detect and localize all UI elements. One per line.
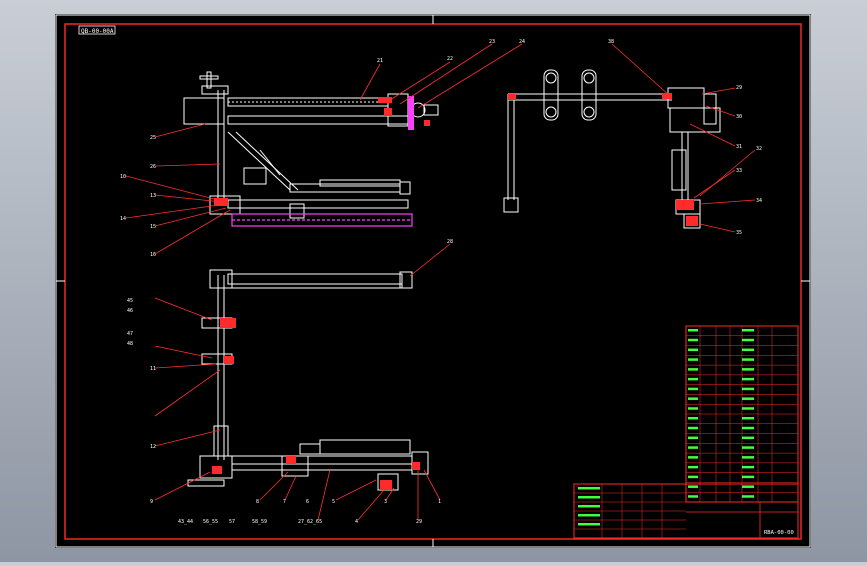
callout-right-7: 35 — [736, 230, 742, 236]
parts-text-mark — [742, 407, 754, 410]
parts-text-mark — [742, 387, 754, 391]
parts-text-mark — [688, 417, 698, 420]
parts-text-mark — [742, 485, 754, 488]
parts-text-mark — [688, 348, 698, 352]
parts-text-mark — [742, 495, 754, 498]
callout-upper-5: 26 — [150, 164, 156, 170]
parts-text-mark — [688, 338, 698, 342]
callout-bottom-6: 7 — [283, 499, 286, 505]
callout-bottom-2: 56_55 — [203, 519, 218, 525]
callout-upper-1: 22 — [447, 56, 453, 62]
callout-right-3: 31 — [736, 144, 742, 150]
callout-lower-left-0: 45 — [127, 298, 133, 304]
parts-text-mark — [742, 417, 754, 420]
magenta-flange — [408, 96, 414, 130]
parts-text-mark — [742, 338, 754, 342]
callout-right-2: 30 — [736, 114, 742, 120]
callout-upper-3: 24 — [519, 39, 525, 45]
callout-upper-2: 23 — [489, 39, 495, 45]
parts-text-mark — [688, 456, 698, 459]
parts-text-mark — [742, 358, 754, 361]
parts-text-mark — [742, 377, 754, 381]
callout-bottom-8: 6 — [306, 499, 309, 505]
parts-text-mark — [688, 446, 698, 449]
parts-text-mark — [742, 475, 754, 479]
callout-bottom-5: 58_59 — [252, 519, 267, 525]
callout-upper-7: 13 — [150, 193, 156, 199]
callout-bottom-1: 43_44 — [178, 519, 193, 525]
parts-text-mark — [742, 456, 754, 459]
parts-text-mark — [688, 329, 698, 332]
callout-upper-6: 10 — [120, 174, 126, 180]
cad-viewport[interactable]: QB-00-00A 21 22 23 24 25 26 10 13 14 15 … — [0, 0, 867, 562]
title-text-mark — [578, 496, 600, 499]
parts-text-mark — [742, 446, 754, 449]
callout-bottom-12: 3 — [384, 499, 387, 505]
callout-lower-left-2: 47 — [127, 331, 133, 337]
parts-text-mark — [688, 436, 698, 440]
parts-text-mark — [688, 426, 698, 430]
callout-bottom-15: 29 — [416, 519, 422, 525]
callout-bottom-0: 9 — [150, 499, 153, 505]
parts-text-mark — [742, 348, 754, 352]
parts-text-mark — [742, 397, 754, 400]
title-tag: QB-00-00A — [81, 28, 114, 35]
parts-text-mark — [688, 368, 698, 371]
parts-text-mark — [742, 368, 754, 371]
title-text-mark — [578, 487, 600, 490]
callout-upper-4: 25 — [150, 135, 156, 141]
callout-right-5: 33 — [736, 168, 742, 174]
callout-lower-left-1: 46 — [127, 308, 133, 314]
callout-right-0: 38 — [608, 39, 614, 45]
title-text-mark — [578, 514, 600, 517]
drawing-number: RBA-00-00 — [764, 530, 794, 536]
callout-lower-left-4: 11 — [150, 366, 156, 372]
drawing-canvas[interactable]: QB-00-00A 21 22 23 24 25 26 10 13 14 15 … — [0, 0, 867, 562]
parts-text-mark — [742, 465, 754, 469]
parts-text-mark — [688, 397, 698, 400]
callout-bottom-10: 5 — [332, 499, 335, 505]
callout-bottom-4: 8 — [256, 499, 259, 505]
parts-text-mark — [688, 495, 698, 498]
callout-bottom-9: 27_62_65 — [298, 519, 322, 525]
parts-text-mark — [688, 407, 698, 410]
parts-text-mark — [688, 475, 698, 479]
parts-text-mark — [688, 377, 698, 381]
parts-text-mark — [688, 387, 698, 391]
callout-upper-9: 15 — [150, 224, 156, 230]
callout-right-4: 32 — [756, 146, 762, 152]
callout-upper-8: 14 — [120, 216, 126, 222]
title-text-mark — [578, 505, 600, 508]
callout-upper-10: 16 — [150, 252, 156, 258]
callout-bottom-11: 4 — [355, 519, 358, 525]
callout-upper-0: 21 — [377, 58, 383, 64]
title-text-mark — [578, 523, 600, 526]
callout-lower-left-5: 12 — [150, 444, 156, 450]
parts-text-mark — [688, 358, 698, 361]
callout-upper-15: 28 — [447, 239, 453, 245]
parts-text-mark — [688, 465, 698, 469]
parts-text-mark — [742, 329, 754, 332]
parts-text-mark — [742, 436, 754, 440]
callout-lower-left-3: 48 — [127, 341, 133, 347]
callout-bottom-14: 1 — [438, 499, 441, 505]
parts-text-mark — [688, 485, 698, 488]
callout-right-6: 34 — [756, 198, 762, 204]
callout-bottom-3: 57 — [229, 519, 235, 525]
parts-text-mark — [742, 426, 754, 430]
callout-right-1: 29 — [736, 85, 742, 91]
